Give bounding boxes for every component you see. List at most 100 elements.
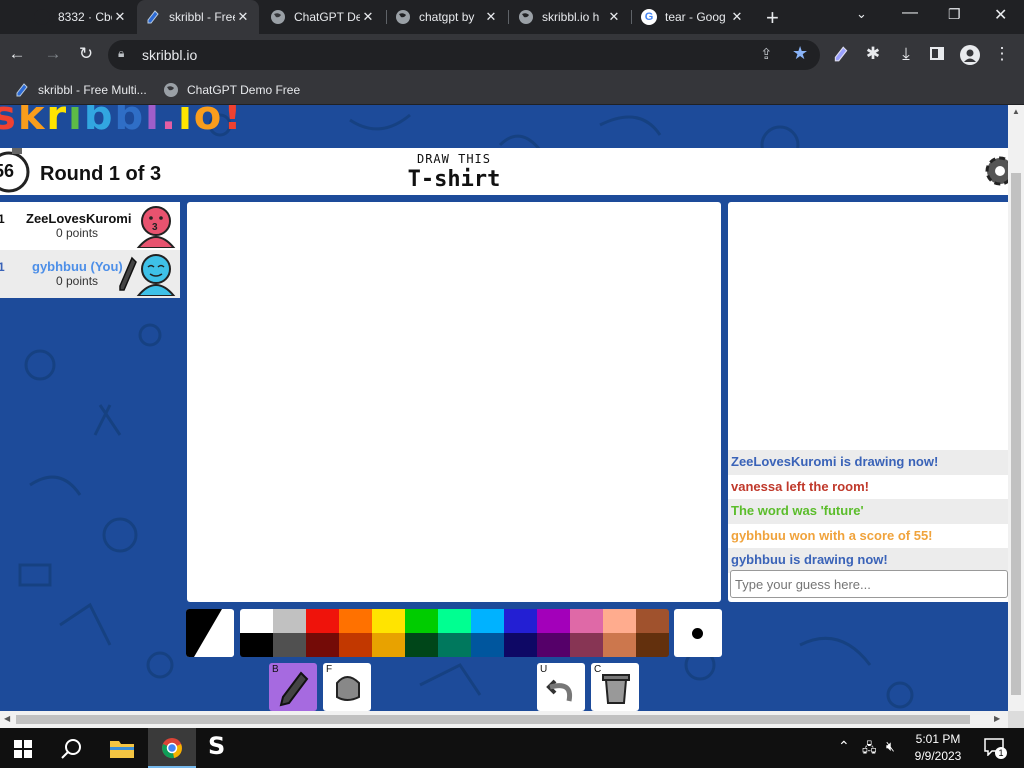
timer-value: 56 [0, 161, 15, 181]
extensions-puzzle-icon[interactable]: ✱ [862, 44, 884, 64]
back-icon[interactable]: ← [6, 44, 28, 64]
player-rank: 1 [0, 212, 5, 226]
volume-muted-icon[interactable]: 🔇︎ [886, 738, 895, 755]
tab-google[interactable]: G tear - Goog ✕ [633, 0, 753, 34]
skribbl-pencil-icon [145, 9, 161, 25]
color-swatch[interactable] [537, 633, 570, 657]
scroll-right-icon[interactable]: ▶ [994, 714, 1000, 723]
s-app-icon[interactable]: S [208, 732, 225, 760]
player-row[interactable]: 1 ZeeLovesKuromi 0 points 3 [0, 202, 180, 250]
color-swatch[interactable] [636, 609, 669, 633]
color-swatch[interactable] [306, 609, 339, 633]
player-row-you[interactable]: 1 gybhbuu (You) 0 points [0, 250, 180, 298]
color-swatch[interactable] [438, 609, 471, 633]
tab-chatgpt-by[interactable]: chatgpt by ✕ [387, 0, 507, 34]
tab-search-icon[interactable]: ⌄ [856, 6, 867, 22]
bookmark-chatgpt-demo[interactable]: ChatGPT Demo Free [163, 76, 300, 104]
menu-kebab-icon[interactable]: ⋮ [991, 44, 1013, 64]
color-swatch[interactable] [372, 609, 405, 633]
close-icon[interactable]: ✕ [360, 9, 376, 25]
chrome-icon [162, 738, 182, 759]
url-text[interactable]: skribbl.io [142, 47, 197, 63]
scroll-left-icon[interactable]: ◀ [4, 714, 10, 723]
color-swatch[interactable] [504, 609, 537, 633]
color-swatch[interactable] [339, 609, 372, 633]
color-swatch[interactable] [636, 633, 669, 657]
close-icon[interactable]: ✕ [729, 9, 745, 25]
color-swatch[interactable] [240, 633, 273, 657]
clock-time[interactable]: 5:01 PM [908, 732, 968, 746]
selected-color-preview[interactable] [186, 609, 234, 657]
skribbl-logo: skribbl.io! [0, 105, 244, 139]
horizontal-scrollbar[interactable]: ◀ ▶ [0, 711, 1008, 728]
tab-cbox[interactable]: 8332 · Cbox ✕ [26, 0, 136, 34]
color-swatch[interactable] [504, 633, 537, 657]
draw-this-label: DRAW THIS [416, 152, 492, 166]
color-swatch[interactable] [570, 609, 603, 633]
brush-size-button[interactable] [674, 609, 722, 657]
tab-title: skribbl.io h [542, 10, 600, 24]
download-icon[interactable]: ⤓ [895, 44, 917, 64]
drawing-canvas[interactable] [187, 202, 721, 602]
color-swatch[interactable] [471, 633, 504, 657]
bookmark-label: skribbl - Free Multi... [38, 83, 147, 97]
address-bar[interactable]: 🔒︎ skribbl.io ⇪ ★ [108, 40, 820, 70]
color-swatch[interactable] [372, 633, 405, 657]
clock-date[interactable]: 9/9/2023 [908, 749, 968, 763]
color-swatch[interactable] [537, 609, 570, 633]
color-swatch[interactable] [438, 633, 471, 657]
undo-tool-button[interactable]: U [537, 663, 585, 711]
color-swatch[interactable] [405, 609, 438, 633]
tab-chatgpt-demo[interactable]: ChatGPT Demo ✕ [262, 0, 384, 34]
notifications-icon[interactable]: 1 [984, 738, 1007, 761]
player-rank: 1 [0, 260, 5, 274]
close-icon[interactable]: ✕ [606, 9, 622, 25]
close-icon[interactable]: ✕ [483, 9, 499, 25]
windows-start-icon[interactable] [14, 740, 32, 763]
close-icon[interactable]: ✕ [235, 9, 251, 25]
reload-icon[interactable]: ↻ [75, 44, 97, 64]
player-list: 1 ZeeLovesKuromi 0 points 3 1 gybhbuu (Y… [0, 202, 180, 298]
close-icon[interactable]: ✕ [112, 9, 128, 25]
round-indicator: Round 1 of 3 [40, 163, 162, 185]
color-swatch[interactable] [273, 633, 306, 657]
color-swatch[interactable] [240, 609, 273, 633]
new-tab-button[interactable]: + [766, 5, 779, 31]
globe-icon [270, 9, 286, 25]
color-swatch[interactable] [273, 609, 306, 633]
minimize-icon[interactable]: — [902, 4, 918, 22]
guess-input[interactable] [730, 570, 1008, 598]
color-swatch[interactable] [570, 633, 603, 657]
vertical-scrollbar[interactable]: ▲ [1008, 105, 1024, 711]
fill-tool-button[interactable]: F [323, 663, 371, 711]
color-swatch[interactable] [405, 633, 438, 657]
chrome-taskbar-button[interactable] [148, 728, 196, 768]
settings-gear-icon[interactable] [980, 151, 1008, 196]
close-window-icon[interactable]: ✕ [994, 5, 1007, 25]
horizontal-scroll-thumb[interactable] [16, 715, 970, 724]
pencil-tool-button[interactable]: B [269, 663, 317, 711]
search-icon[interactable] [60, 737, 84, 766]
bookmark-star-icon[interactable]: ★ [792, 43, 808, 64]
tab-skribbl[interactable]: skribbl - Free ✕ [137, 0, 259, 34]
share-icon[interactable]: ⇪ [760, 45, 773, 63]
file-explorer-icon[interactable] [110, 738, 134, 763]
color-swatch[interactable] [603, 609, 636, 633]
color-swatch[interactable] [471, 609, 504, 633]
bookmarks-bar: skribbl - Free Multi... ChatGPT Demo Fre… [0, 76, 1024, 105]
color-swatch[interactable] [603, 633, 636, 657]
scroll-up-icon[interactable]: ▲ [1012, 107, 1020, 116]
clear-tool-button[interactable]: C [591, 663, 639, 711]
tab-skribbl-help[interactable]: skribbl.io h ✕ [510, 0, 630, 34]
side-panel-icon[interactable] [930, 47, 944, 60]
bookmark-skribbl[interactable]: skribbl - Free Multi... [14, 76, 147, 104]
vertical-scroll-thumb[interactable] [1011, 173, 1021, 695]
skribbl-extension-icon[interactable] [832, 45, 850, 68]
network-icon[interactable]: 🖧︎ [862, 739, 877, 761]
profile-avatar-icon[interactable] [960, 45, 980, 65]
color-swatch[interactable] [306, 633, 339, 657]
color-swatch[interactable] [339, 633, 372, 657]
forward-icon[interactable]: → [42, 44, 64, 64]
show-hidden-icons-chevron-icon[interactable]: ⌃ [838, 738, 850, 755]
restore-icon[interactable]: ❐ [948, 6, 961, 23]
